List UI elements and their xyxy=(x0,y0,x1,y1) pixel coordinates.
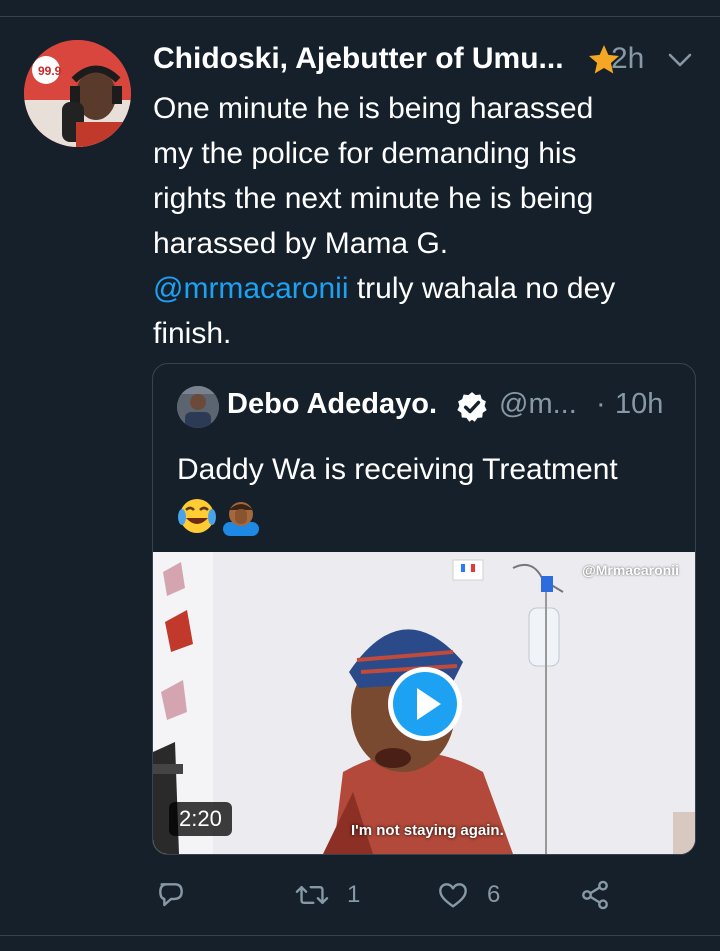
video-watermark: @Mrmacaronii xyxy=(582,562,679,578)
quoted-tweet-text: Daddy Wa is receiving Treatment xyxy=(177,453,618,486)
tweet-text-line: @mrmacaronii truly wahala no dey xyxy=(153,266,698,311)
quoted-author-avatar xyxy=(177,386,219,428)
tweet-text-line: rights the next minute he is being xyxy=(153,182,594,215)
svg-text:99.9: 99.9 xyxy=(38,64,62,78)
tweet-text-line: One minute he is being harassed xyxy=(153,92,594,125)
retweet-button[interactable]: 1 xyxy=(295,875,375,915)
tweet-header: Chidoski, Ajebutter of Umu... 2h xyxy=(153,40,698,86)
face-with-tears-of-joy-icon xyxy=(178,499,216,533)
share-icon xyxy=(582,880,608,910)
quoted-author-handle: @m... xyxy=(499,388,577,420)
quoted-tweet-time: 10h xyxy=(615,388,664,420)
play-icon[interactable] xyxy=(385,664,465,744)
quoted-tweet-card[interactable]: Debo Adedayo. @m... · 10h Daddy Wa is re… xyxy=(152,363,696,855)
emoji-row xyxy=(178,499,259,536)
author-name[interactable]: Chidoski, Ajebutter of Umu... xyxy=(153,42,564,76)
video-duration-badge: 2:20 xyxy=(169,802,232,836)
like-icon xyxy=(439,883,467,908)
reply-button[interactable] xyxy=(155,875,215,915)
tweet-text-fragment: truly wahala no dey xyxy=(348,272,616,305)
mention-link[interactable]: @mrmacaronii xyxy=(153,272,348,305)
retweet-icon xyxy=(295,885,329,905)
retweet-count: 1 xyxy=(347,881,361,908)
tweet-text-line: harassed by Mama G. xyxy=(153,227,449,260)
tweet-text-line: my the police for demanding his xyxy=(153,137,577,170)
quoted-author-name: Debo Adedayo. xyxy=(227,388,438,420)
author-avatar[interactable]: 99.9 xyxy=(24,40,131,147)
like-button[interactable]: 6 xyxy=(437,875,517,915)
share-button[interactable] xyxy=(579,875,619,915)
tweet-text-line: finish. xyxy=(153,317,232,350)
person-facepalming-icon xyxy=(223,502,259,536)
video-subtitle: I'm not staying again. xyxy=(351,822,504,839)
reply-icon xyxy=(159,883,183,907)
verified-badge-icon xyxy=(457,392,487,422)
tweet-text: One minute he is being harassed my the p… xyxy=(153,86,698,356)
bottom-divider xyxy=(0,935,720,936)
top-divider xyxy=(0,16,720,17)
tweet-time[interactable]: 2h xyxy=(611,42,644,76)
separator-dot: · xyxy=(596,388,606,420)
like-count: 6 xyxy=(487,881,501,908)
tweet-action-bar: 1 6 xyxy=(155,875,625,915)
chevron-down-icon[interactable] xyxy=(667,50,693,70)
video-thumbnail[interactable]: @Mrmacaronii 2:20 I'm not staying again. xyxy=(153,552,695,854)
